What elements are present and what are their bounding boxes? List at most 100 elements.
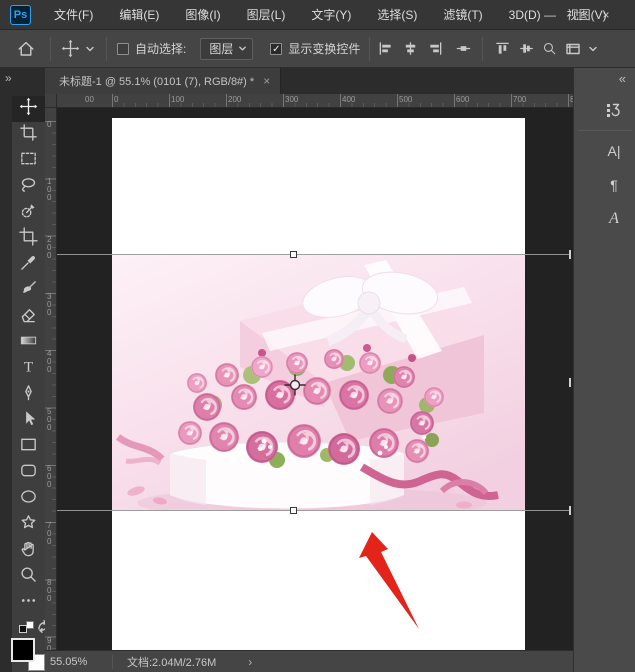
character-panel-glyph: A|: [608, 143, 621, 159]
ellipse-tool[interactable]: [12, 486, 45, 512]
eyedropper-tool[interactable]: [12, 252, 45, 278]
maximize-button[interactable]: □: [567, 4, 589, 26]
photoshop-window: Ps 文件(F)编辑(E)图像(I)图层(L)文字(Y)选择(S)滤镜(T)3D…: [0, 0, 635, 672]
move-tool[interactable]: [12, 96, 45, 122]
align-top-edges-button[interactable]: [495, 41, 510, 56]
quick-selection-tool[interactable]: [12, 200, 45, 226]
document-tab-bar: 未标题-1 @ 55.1% (0101 (7), RGB/8#) * ×: [45, 68, 573, 94]
path-select-tool[interactable]: [12, 408, 45, 434]
show-transform-checkbox[interactable]: ✓: [270, 43, 282, 55]
separator: [50, 37, 51, 61]
lasso-tool[interactable]: [12, 174, 45, 200]
menu-item-edit[interactable]: 编辑(E): [106, 0, 172, 30]
pen-tool[interactable]: [12, 382, 45, 408]
tool-options-bar: 自动选择: 图层 ✓ 显示变换控件: [0, 30, 635, 68]
align-left-edges-button[interactable]: [378, 41, 393, 56]
minimize-button[interactable]: —: [539, 4, 561, 26]
frame-tool[interactable]: [12, 122, 45, 148]
window-controls: — □ ×: [539, 0, 617, 30]
eyedropper-icon: [19, 253, 38, 277]
type-icon: [19, 357, 38, 381]
close-button[interactable]: ×: [595, 4, 617, 26]
ruler-mark: 500: [399, 95, 412, 104]
menu-item-filter[interactable]: 滤镜(T): [430, 0, 495, 30]
glyphs-panel-icon[interactable]: A: [600, 205, 628, 233]
ruler-mark: 3 0 0: [47, 293, 51, 317]
document-title: 未标题-1 @ 55.1% (0101 (7), RGB/8#) *: [59, 73, 254, 89]
separator: [106, 37, 107, 61]
distribute-horizontal-button[interactable]: [456, 41, 471, 56]
chevron-down-icon[interactable]: [587, 43, 599, 55]
menu-item-layer[interactable]: 图层(L): [234, 0, 299, 30]
more-tools[interactable]: [12, 590, 45, 616]
menu-item-select[interactable]: 选择(S): [364, 0, 430, 30]
rounded-rectangle-tool[interactable]: [12, 460, 45, 486]
collapse-panels-icon[interactable]: «: [619, 71, 626, 86]
workspace-panel-button[interactable]: [565, 41, 581, 57]
vertical-ruler[interactable]: 01 0 02 0 03 0 04 0 05 0 06 0 07 0 08 0 …: [45, 108, 57, 650]
rectangle-icon: [19, 435, 38, 459]
separator: [369, 37, 370, 61]
zoom-search-button[interactable]: [542, 41, 557, 56]
canvas-viewport[interactable]: [57, 108, 573, 650]
transform-bottom-edge: [57, 510, 571, 511]
brush-tool[interactable]: [12, 278, 45, 304]
zoom-tool[interactable]: [12, 564, 45, 590]
auto-select-target-dropdown[interactable]: 图层: [200, 38, 253, 60]
align-right-edges-button[interactable]: [428, 41, 443, 56]
hand-tool[interactable]: [12, 538, 45, 564]
ruler-mark: 0: [47, 121, 51, 129]
transform-right-bottom-tick[interactable]: [569, 506, 571, 515]
transform-reference-point[interactable]: [283, 373, 307, 397]
menu-item-type[interactable]: 文字(Y): [298, 0, 364, 30]
ruler-mark: 200: [228, 95, 241, 104]
chevron-down-icon[interactable]: [84, 43, 96, 55]
menu-item-file[interactable]: 文件(F): [41, 0, 106, 30]
zoom-level-field[interactable]: 55.05%: [50, 656, 112, 668]
gradient-tool[interactable]: [12, 330, 45, 356]
ruler-mark: 600: [456, 95, 469, 104]
history-panel-icon[interactable]: [600, 96, 628, 124]
move-tool-icon[interactable]: [61, 39, 80, 58]
placed-photo: [112, 255, 525, 511]
paragraph-panel-icon[interactable]: ¶: [600, 171, 628, 199]
marquee-tool[interactable]: [12, 148, 45, 174]
move-icon: [19, 97, 38, 121]
ruler-mark: 100: [171, 95, 184, 104]
pen-icon: [19, 383, 38, 407]
character-panel-icon[interactable]: A|: [600, 137, 628, 165]
tools-expand-button[interactable]: »: [5, 71, 11, 85]
default-colors-icon[interactable]: [19, 621, 34, 635]
lasso-icon: [19, 175, 38, 199]
menu-items: 文件(F)编辑(E)图像(I)图层(L)文字(Y)选择(S)滤镜(T)3D(D)…: [41, 0, 620, 30]
paragraph-panel-glyph: ¶: [610, 177, 618, 193]
auto-select-checkbox[interactable]: [117, 43, 129, 55]
foreground-color-swatch[interactable]: [11, 638, 35, 662]
transform-right-middle-tick[interactable]: [569, 378, 571, 387]
transform-right-top-tick[interactable]: [569, 250, 571, 259]
transform-bottom-handle[interactable]: [290, 507, 297, 514]
tab-close-icon[interactable]: ×: [263, 74, 270, 88]
transform-top-handle[interactable]: [290, 251, 297, 258]
home-button[interactable]: [16, 39, 36, 59]
align-horizontal-centers-button[interactable]: [403, 41, 418, 56]
document-tab[interactable]: 未标题-1 @ 55.1% (0101 (7), RGB/8#) * ×: [45, 68, 281, 94]
photoshop-logo[interactable]: Ps: [10, 5, 31, 25]
ruler-mark: 00: [85, 95, 94, 104]
type-tool[interactable]: [12, 356, 45, 382]
horizontal-ruler[interactable]: 000100200300400500600700800: [57, 94, 573, 108]
marquee-icon: [19, 149, 38, 173]
ruler-mark: 4 0 0: [47, 350, 51, 374]
ruler-mark: 300: [285, 95, 298, 104]
dropdown-value: 图层: [209, 40, 233, 57]
menu-item-image[interactable]: 图像(I): [172, 0, 233, 30]
ruler-corner: [45, 94, 57, 108]
status-options-chevron[interactable]: ›: [248, 655, 252, 669]
brush-icon: [19, 279, 38, 303]
rectangle-tool[interactable]: [12, 434, 45, 460]
crop-tool[interactable]: [12, 226, 45, 252]
custom-shape-tool[interactable]: [12, 512, 45, 538]
eraser-tool[interactable]: [12, 304, 45, 330]
align-vertical-centers-button[interactable]: [519, 41, 534, 56]
ruler-mark: 1 0 0: [47, 178, 51, 202]
